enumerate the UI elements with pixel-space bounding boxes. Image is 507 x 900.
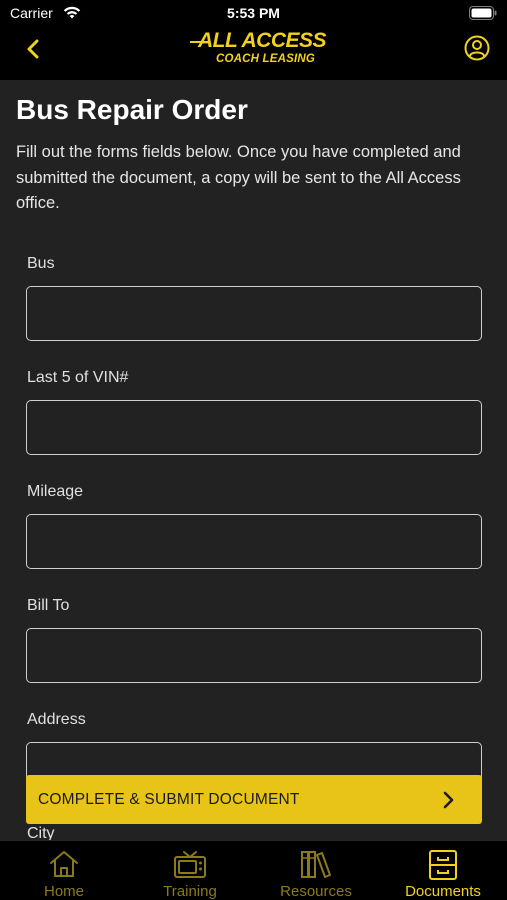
back-button[interactable] (18, 34, 48, 64)
address-label: Address (27, 711, 86, 728)
complete-submit-button[interactable]: COMPLETE & SUBMIT DOCUMENT (26, 775, 482, 824)
file-cabinet-icon (429, 850, 457, 880)
intro-text: Fill out the forms fields below. Once yo… (16, 143, 461, 212)
logo-sub-text: COACH LEASING (216, 53, 316, 65)
tab-home-label: Home (43, 883, 84, 900)
tab-training[interactable]: Training (127, 841, 253, 900)
mileage-input[interactable] (26, 514, 482, 569)
status-time: 5:53 PM (227, 5, 280, 21)
tab-home[interactable]: Home (1, 841, 127, 900)
all-access-logo: ALL ACCESS COACH LEASING (190, 26, 327, 70)
logo-main-text: ALL ACCESS (198, 29, 327, 52)
tv-icon (174, 851, 206, 878)
bill-to-input[interactable] (26, 628, 482, 683)
bus-input[interactable] (26, 286, 482, 341)
form-content[interactable]: Bus Repair Order Fill out the forms fiel… (0, 80, 507, 840)
tab-bar: Home Training Resources Documents (0, 840, 507, 900)
profile-button[interactable] (463, 34, 491, 62)
battery-icon (469, 6, 497, 20)
submit-button-label: COMPLETE & SUBMIT DOCUMENT (38, 790, 300, 808)
bus-label: Bus (27, 255, 55, 272)
tab-resources-label: Resources (280, 883, 352, 900)
home-icon (50, 851, 78, 877)
tab-training-label: Training (163, 883, 217, 900)
bill-to-label: Bill To (27, 597, 70, 614)
page-title: Bus Repair Order (16, 94, 248, 125)
vin-input[interactable] (26, 400, 482, 455)
user-circle-icon (464, 35, 490, 61)
tab-documents[interactable]: Documents (380, 841, 506, 900)
chevron-left-icon (27, 39, 39, 59)
chevron-right-icon (442, 790, 458, 810)
tab-documents-label: Documents (405, 883, 481, 900)
tab-resources[interactable]: Resources (253, 841, 379, 900)
city-label: City (27, 825, 55, 840)
status-bar: Carrier 5:53 PM (0, 0, 507, 26)
mileage-label: Mileage (27, 483, 84, 500)
books-icon (301, 851, 331, 878)
vin-label: Last 5 of VIN# (27, 369, 129, 386)
app-header: ALL ACCESS COACH LEASING (0, 26, 507, 80)
